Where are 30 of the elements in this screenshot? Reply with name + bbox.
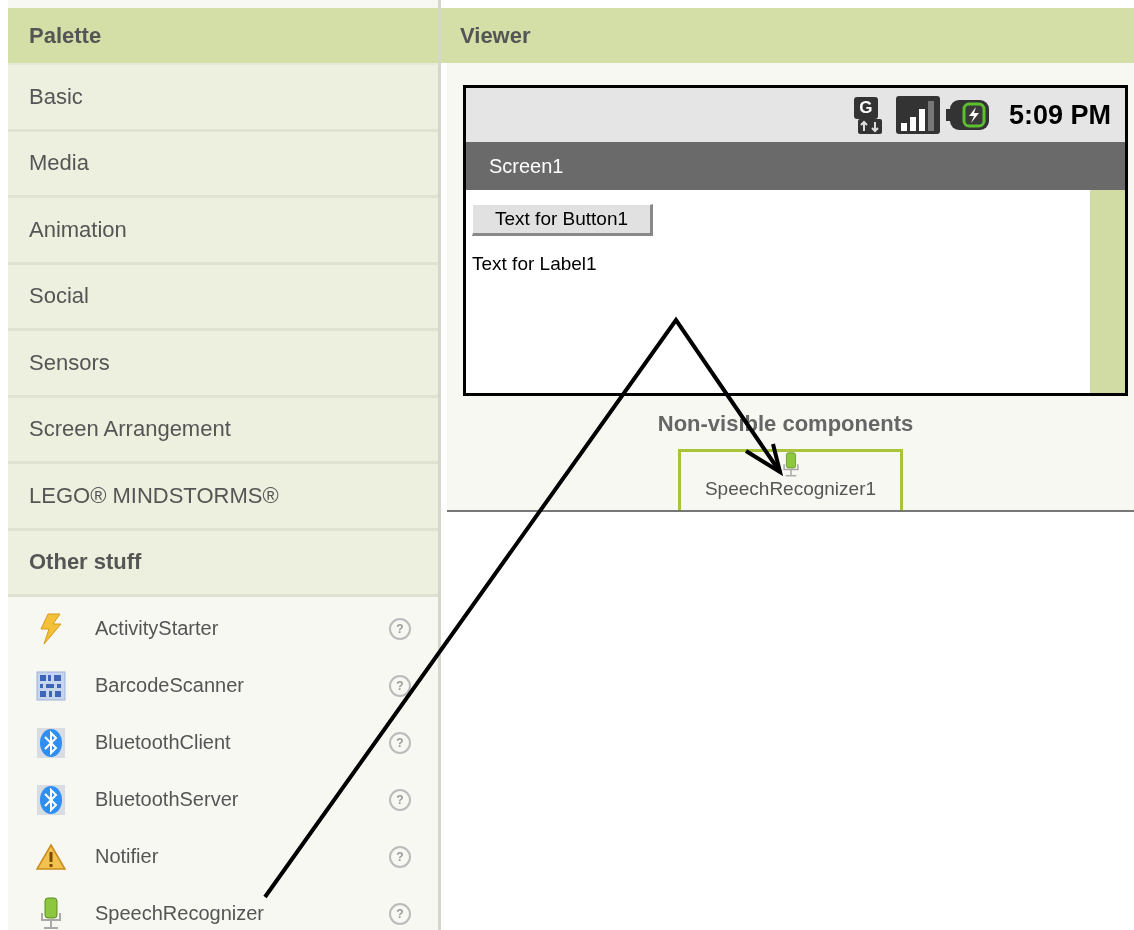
battery-icon: [945, 99, 990, 131]
category-header[interactable]: Media: [8, 131, 438, 198]
app-label: Text for Label1: [472, 253, 598, 275]
category-header[interactable]: LEGO® MINDSTORMS®: [8, 464, 438, 531]
category-header[interactable]: Animation: [8, 198, 438, 265]
category-header[interactable]: Screen Arrangement: [8, 397, 438, 464]
status-time: 5:09 PM: [1008, 99, 1111, 131]
signal-icon: [894, 95, 941, 135]
screen-title-bar: Screen1: [466, 142, 1125, 190]
component-item[interactable]: SpeechRecognizer: [95, 902, 389, 925]
component-item[interactable]: BluetoothClient: [95, 731, 389, 754]
lightning-icon: [38, 612, 64, 645]
category-header[interactable]: Basic: [8, 65, 438, 132]
category-header[interactable]: Social: [8, 264, 438, 331]
barcode-icon: [36, 670, 66, 701]
app-button[interactable]: Text for Button1: [472, 204, 654, 236]
component-item[interactable]: ActivityStarter: [95, 617, 389, 640]
component-item[interactable]: BluetoothServer: [95, 788, 389, 811]
warning-icon: [36, 842, 66, 871]
component-item[interactable]: BarcodeScanner: [95, 674, 389, 697]
category-header[interactable]: Other stuff: [8, 530, 438, 597]
microphone-icon: [38, 896, 64, 930]
nonvisible-component[interactable]: SpeechRecognizer1: [678, 449, 903, 510]
bluetooth-icon: [36, 726, 66, 759]
category-header[interactable]: Sensors: [8, 331, 438, 398]
panel-title: Palette: [8, 8, 438, 65]
component-item[interactable]: Notifier: [95, 845, 389, 868]
bluetooth-icon: [36, 783, 66, 816]
microphone-icon: [780, 452, 801, 478]
panel-title: Viewer: [441, 8, 1134, 63]
